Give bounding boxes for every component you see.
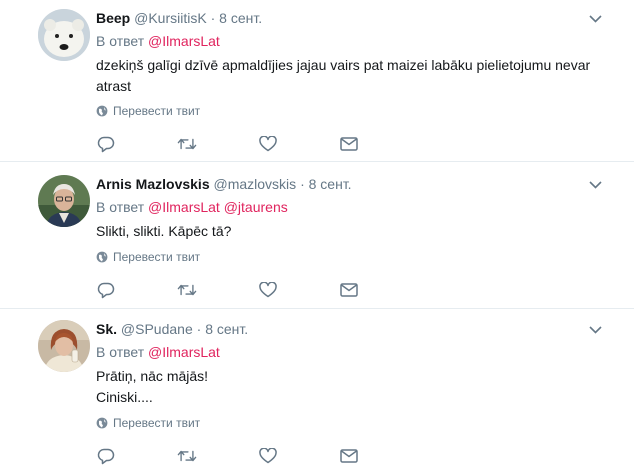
tweet-header: Sk. @SPudane · 8 сент. bbox=[96, 319, 616, 339]
tweet-text-line: Slikti, slikti. Kāpēc tā? bbox=[96, 223, 232, 239]
reply-context: В ответ @IlmarsLat bbox=[96, 31, 616, 51]
tweet-actions bbox=[96, 280, 366, 300]
retweet-icon[interactable] bbox=[177, 134, 197, 154]
tweet-text-line: Prātiņ, nāc mājās! bbox=[96, 368, 209, 384]
display-name[interactable]: Arnis Mazlovskis bbox=[96, 176, 210, 192]
chevron-down-icon[interactable] bbox=[586, 10, 604, 28]
tweet-text: dzekiņš galīgi dzīvē apmaldījies jajau v… bbox=[96, 55, 616, 97]
mention-link[interactable]: @IlmarsLat bbox=[148, 199, 220, 215]
reply-context: В ответ @IlmarsLat @jtaurens bbox=[96, 197, 616, 217]
tweet-text-line: Ciniski.... bbox=[96, 389, 153, 405]
chevron-down-icon[interactable] bbox=[586, 176, 604, 194]
mention-link[interactable]: @jtaurens bbox=[224, 199, 288, 215]
username[interactable]: @KursiitisK bbox=[134, 10, 207, 26]
message-icon[interactable] bbox=[339, 134, 359, 154]
avatar[interactable] bbox=[38, 175, 90, 227]
message-icon[interactable] bbox=[339, 280, 359, 300]
translate-tweet-link[interactable]: Перевести твит bbox=[96, 104, 200, 118]
like-icon[interactable] bbox=[258, 446, 278, 466]
like-icon[interactable] bbox=[258, 280, 278, 300]
globe-icon bbox=[96, 417, 108, 429]
globe-icon bbox=[96, 105, 108, 117]
reply-prefix: В ответ bbox=[96, 199, 145, 215]
like-icon[interactable] bbox=[258, 134, 278, 154]
tweet-header: Beep @KursiitisK · 8 сент. bbox=[96, 8, 616, 28]
tweet-header: Arnis Mazlovskis @mazlovskis · 8 сент. bbox=[96, 174, 616, 194]
timestamp[interactable]: 8 сент. bbox=[205, 321, 248, 337]
username[interactable]: @mazlovskis bbox=[214, 176, 297, 192]
reply-context: В ответ @IlmarsLat bbox=[96, 342, 616, 362]
reply-prefix: В ответ bbox=[96, 344, 145, 360]
mention-link[interactable]: @IlmarsLat bbox=[148, 344, 220, 360]
separator-dot: · bbox=[300, 176, 305, 192]
timestamp[interactable]: 8 сент. bbox=[219, 10, 262, 26]
display-name[interactable]: Sk. bbox=[96, 321, 117, 337]
tweet-text: Slikti, slikti. Kāpēc tā? bbox=[96, 221, 616, 242]
reply-icon[interactable] bbox=[96, 446, 116, 466]
retweet-icon[interactable] bbox=[177, 280, 197, 300]
tweet-item[interactable]: Beep @KursiitisK · 8 сент. В ответ @Ilma… bbox=[0, 0, 634, 162]
tweet-text-line: atrast bbox=[96, 78, 132, 94]
polar-bear-avatar-image bbox=[38, 9, 90, 61]
tweet-item[interactable]: Sk. @SPudane · 8 сент. В ответ @IlmarsLa… bbox=[0, 309, 634, 475]
tweet-actions bbox=[96, 134, 366, 154]
chevron-down-icon[interactable] bbox=[586, 321, 604, 339]
separator-dot: · bbox=[196, 321, 202, 337]
woman-avatar-image bbox=[38, 320, 90, 372]
translate-label: Перевести твит bbox=[113, 250, 201, 264]
tweet-actions bbox=[96, 446, 366, 466]
globe-icon bbox=[96, 251, 108, 263]
username[interactable]: @SPudane bbox=[121, 321, 193, 337]
reply-icon[interactable] bbox=[96, 280, 116, 300]
reply-icon[interactable] bbox=[96, 134, 116, 154]
timestamp[interactable]: 8 сент. bbox=[309, 176, 352, 192]
display-name[interactable]: Beep bbox=[96, 10, 130, 26]
man-avatar-image bbox=[38, 175, 90, 227]
translate-label: Перевести твит bbox=[113, 104, 201, 118]
avatar[interactable] bbox=[38, 9, 90, 61]
translate-tweet-link[interactable]: Перевести твит bbox=[96, 416, 200, 430]
retweet-icon[interactable] bbox=[177, 446, 197, 466]
tweet-text-line: dzekiņš galīgi dzīvē apmaldījies jajau v… bbox=[96, 57, 591, 73]
separator-dot: · bbox=[210, 10, 216, 26]
avatar[interactable] bbox=[38, 320, 90, 372]
translate-label: Перевести твит bbox=[113, 416, 201, 430]
tweet-item[interactable]: Arnis Mazlovskis @mazlovskis · 8 сент. В… bbox=[0, 162, 634, 309]
mention-link[interactable]: @IlmarsLat bbox=[148, 33, 220, 49]
reply-prefix: В ответ bbox=[96, 33, 145, 49]
translate-tweet-link[interactable]: Перевести твит bbox=[96, 250, 200, 264]
tweet-text: Prātiņ, nāc mājās! Ciniski.... bbox=[96, 366, 616, 408]
message-icon[interactable] bbox=[339, 446, 359, 466]
